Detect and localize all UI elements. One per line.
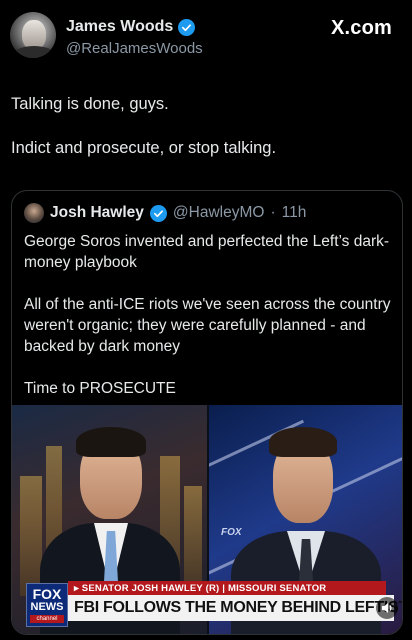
tweet-header: James Woods @RealJamesWoods X.com xyxy=(0,0,412,80)
author-avatar[interactable] xyxy=(10,12,56,58)
chyron-subtitle-text: ▸ SENATOR JOSH HAWLEY (R) | MISSOURI SEN… xyxy=(74,582,327,594)
brand-label: X.com xyxy=(330,17,392,39)
author-handle[interactable]: @RealJamesWoods xyxy=(66,40,203,57)
quoted-author-avatar[interactable] xyxy=(24,203,44,223)
quoted-tweet-body: George Soros invented and perfected the … xyxy=(24,231,394,420)
quoted-tweet-header: Josh Hawley @HawleyMO · 11h xyxy=(24,203,306,223)
tweet-line: Talking is done, guys. xyxy=(11,95,169,113)
quoted-tweet[interactable]: Josh Hawley @HawleyMO · 11h George Soros… xyxy=(11,190,403,635)
speaker-icon[interactable] xyxy=(376,597,398,619)
tweet-body: Talking is done, guys. Indict and prosec… xyxy=(11,93,401,181)
quoted-paragraph: George Soros invented and perfected the … xyxy=(24,233,390,271)
quoted-author-name[interactable]: Josh Hawley xyxy=(50,204,144,222)
video-player[interactable]: FOX FOX NEWS channel ▸ SENATOR JOSH HAWL… xyxy=(12,405,402,634)
author-name-row[interactable]: James Woods xyxy=(66,18,196,36)
quoted-paragraph: All of the anti-ICE riots we've seen acr… xyxy=(24,296,391,355)
verified-badge-icon xyxy=(149,204,167,222)
fox-watermark: FOX xyxy=(221,527,242,538)
fox-news-logo: FOX NEWS channel xyxy=(26,583,68,627)
logo-line1: FOX xyxy=(32,586,62,602)
verified-badge-icon xyxy=(178,18,196,36)
quoted-author-handle[interactable]: @HawleyMO xyxy=(173,204,265,222)
logo-line3: channel xyxy=(30,615,64,623)
quoted-paragraph: Time to PROSECUTE xyxy=(24,380,176,397)
author-name[interactable]: James Woods xyxy=(66,18,173,36)
chyron-subtitle: ▸ SENATOR JOSH HAWLEY (R) | MISSOURI SEN… xyxy=(68,581,386,595)
logo-line2: NEWS xyxy=(30,601,64,613)
chyron-headline: FBI FOLLOWS THE MONEY BEHIND LEFTIST VIO… xyxy=(68,595,402,621)
meta-separator: · xyxy=(270,204,276,221)
quoted-time[interactable]: 11h xyxy=(282,204,307,222)
tweet-line: Indict and prosecute, or stop talking. xyxy=(11,139,277,157)
chyron-headline-text: FBI FOLLOWS THE MONEY BEHIND LEFTIST VIO… xyxy=(74,599,403,616)
